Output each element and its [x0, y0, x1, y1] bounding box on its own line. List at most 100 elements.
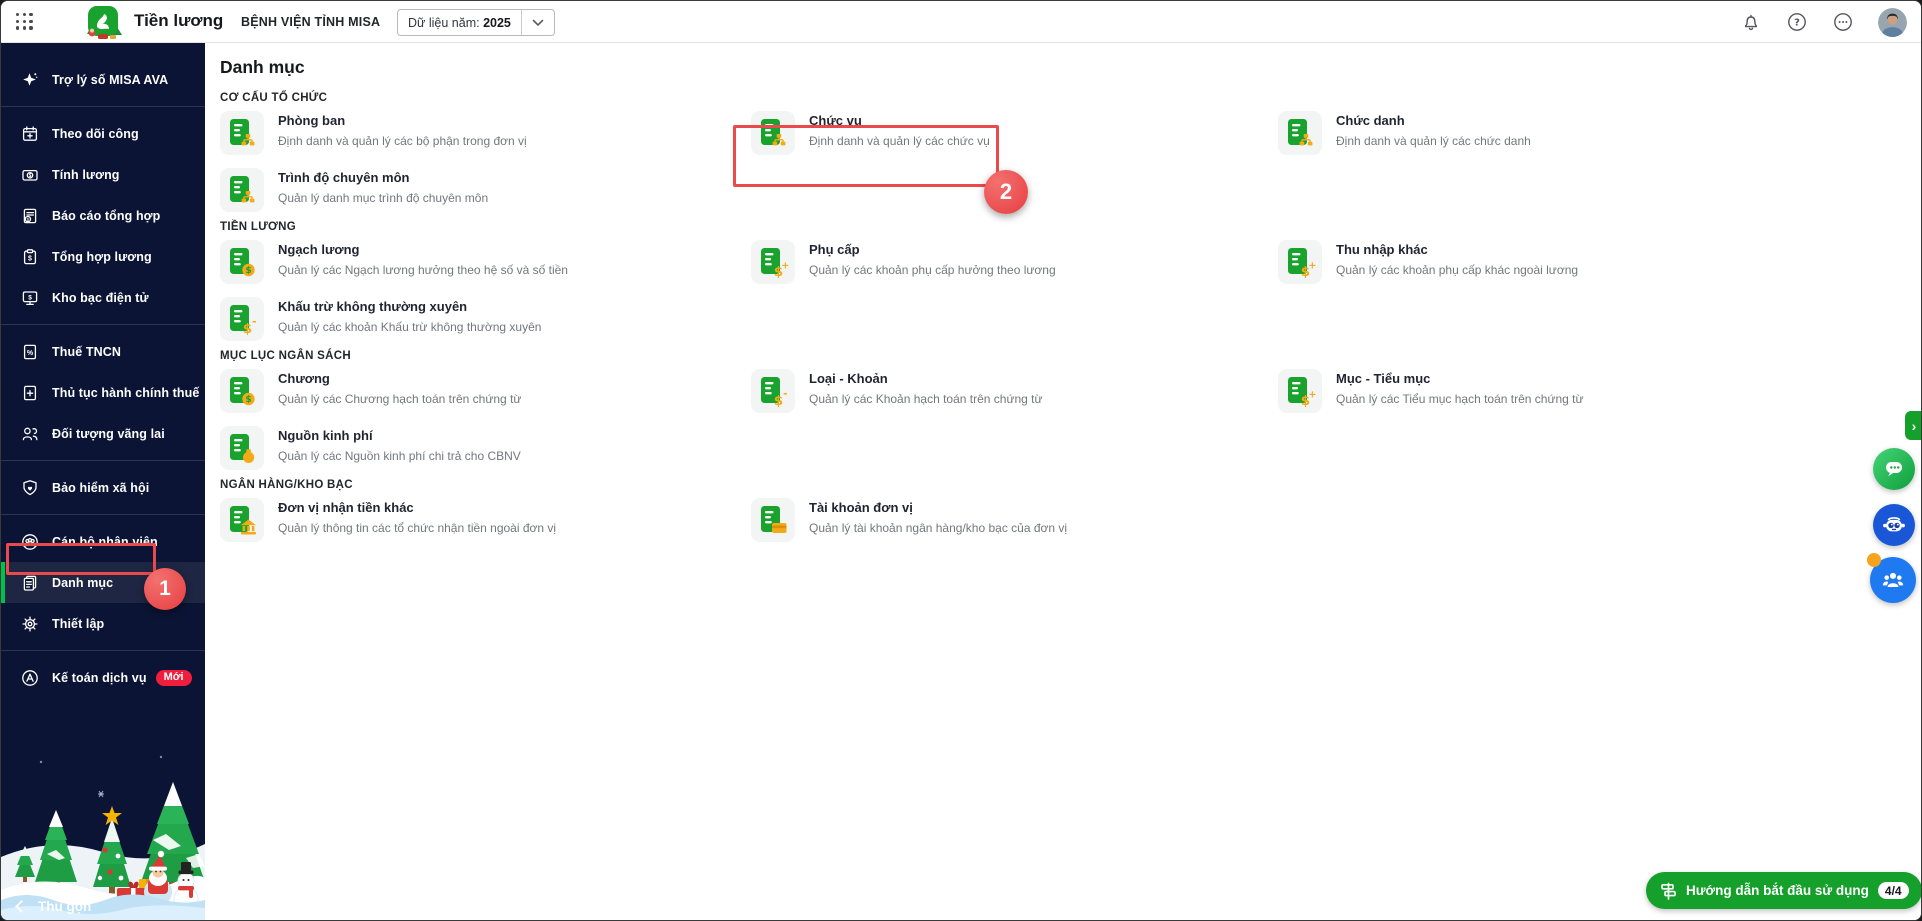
document-bag-icon: [220, 426, 264, 470]
community-button[interactable]: [1870, 557, 1916, 603]
catalog-item-chuc-vu[interactable]: Chức vụ Định danh và quản lý các chức vụ: [751, 111, 1278, 155]
catalog-item-thu-nhap-khac[interactable]: $+Thu nhập khácQuản lý các khoản phụ cấp…: [1278, 240, 1901, 284]
catalog-item-ngach-luong[interactable]: $ Ngạch lươngQuản lý các Ngạch lương hưởn…: [220, 240, 751, 284]
catalog-item-khau-tru-khong-thuong-xuyen[interactable]: $-Khấu trừ không thường xuyênQuản lý các…: [220, 297, 751, 341]
catalog-item-description: Định danh và quản lý các chức vụ: [809, 134, 990, 148]
sidebar-item-thue-tncn[interactable]: % Thuế TNCN: [1, 331, 205, 372]
sidebar-item-doi-tuong-vang-lai[interactable]: Đối tượng vãng lai: [1, 413, 205, 454]
catalog-item-text: Ngạch lươngQuản lý các Ngạch lương hưởng…: [278, 240, 568, 284]
docs-icon: [21, 574, 39, 592]
chevron-down-icon: [521, 10, 554, 35]
sidebar-item-kho-bac-dien-tu[interactable]: $ Kho bạc điện tử: [1, 277, 205, 318]
catalog-item-title: Mục - Tiểu mục: [1336, 371, 1584, 386]
document-dollar-plus-icon: $+: [1278, 240, 1322, 284]
guide-label: Hướng dẫn bắt đầu sử dụng: [1686, 883, 1869, 898]
sidebar-item-bao-hiem-xa-hoi[interactable]: Bảo hiểm xã hội: [1, 467, 205, 508]
catalog-item-text: Tài khoản đơn vịQuản lý tài khoản ngân h…: [809, 498, 1067, 542]
guide-progress-badge: 4/4: [1878, 882, 1909, 899]
catalog-item-loai-khoan[interactable]: $-Loại - KhoảnQuản lý các Khoản hạch toá…: [751, 369, 1278, 413]
catalog-item-phu-cap[interactable]: $+ Phụ cấpQuản lý các khoản phụ cấp hưởng…: [751, 240, 1278, 284]
people-icon: [21, 425, 39, 443]
catalog-item-text: Mục - Tiểu mụcQuản lý các Tiểu mục hạch …: [1336, 369, 1584, 413]
sidebar-item-label: Bảo hiểm xã hội: [52, 481, 149, 495]
sidebar-item-label: Trợ lý số MISA AVA: [52, 73, 168, 87]
catalog-item-trinh-do-chuyen-mon[interactable]: Trình độ chuyên mônQuản lý danh mục trìn…: [220, 168, 751, 212]
sidebar-collapse-button[interactable]: Thu gọn: [17, 899, 91, 914]
user-avatar[interactable]: [1878, 8, 1907, 37]
catalog-item-text: Nguồn kinh phíQuản lý các Nguồn kinh phí…: [278, 426, 521, 470]
svg-text:%: %: [27, 349, 34, 356]
app-window: Tiền lương BỆNH VIỆN TỈNH MISA Dữ liệu n…: [0, 0, 1922, 921]
sidebar-item-thu-tuc-hanh-chinh-thue[interactable]: Thủ tục hành chính thuế: [1, 372, 205, 413]
catalog-item-description: Quản lý thông tin các tổ chức nhận tiền …: [278, 521, 556, 535]
catalog-item-description: Định danh và quản lý các chức danh: [1336, 134, 1531, 148]
catalog-item-chuong[interactable]: $ChươngQuản lý các Chương hạch toán trên…: [220, 369, 751, 413]
collapse-label: Thu gọn: [38, 899, 91, 914]
catalog-item-title: Nguồn kinh phí: [278, 428, 521, 443]
sparkle-icon: [21, 71, 39, 89]
catalog-item-description: Quản lý các khoản phụ cấp hưởng theo lươ…: [809, 263, 1056, 277]
sidebar-item-danh-muc[interactable]: Danh mục: [1, 562, 205, 603]
document-org-icon: [220, 168, 264, 212]
catalog-item-don-vi-nhan-tien-khac[interactable]: Đơn vị nhận tiền khácQuản lý thông tin c…: [220, 498, 751, 542]
app-launcher-icon[interactable]: [16, 13, 34, 31]
catalog-item-chuc-danh[interactable]: Chức danh Định danh và quản lý các chức d…: [1278, 111, 1901, 155]
chat-support-button[interactable]: [1873, 448, 1915, 490]
svg-text:$: $: [28, 294, 32, 301]
sidebar-menu: Trợ lý số MISA AVA Theo dõi công $Tính lươ…: [1, 43, 205, 698]
section-grid: Phòng banĐịnh danh và quản lý các bộ phậ…: [220, 111, 1901, 212]
document-dollar-icon: $: [220, 240, 264, 284]
section-title: NGÂN HÀNG/KHO BẠC: [220, 479, 1901, 491]
topbar: Tiền lương BỆNH VIỆN TỈNH MISA Dữ liệu n…: [1, 1, 1922, 43]
catalog-sections: CƠ CẤU TỔ CHỨCPhòng banĐịnh danh và quản…: [220, 92, 1901, 542]
sidebar-item-label: Kho bạc điện tử: [52, 291, 149, 305]
catalog-item-nguon-kinh-phi[interactable]: Nguồn kinh phíQuản lý các Nguồn kinh phí…: [220, 426, 751, 470]
svg-text:+: +: [1308, 390, 1316, 401]
ai-assistant-button[interactable]: [1873, 504, 1915, 546]
report-icon: $: [21, 207, 39, 225]
sidebar-item-label: Thủ tục hành chính thuế: [52, 386, 199, 400]
year-value: 2025: [483, 16, 511, 30]
catalog-item-description: Quản lý các Khoản hạch toán trên chứng t…: [809, 392, 1043, 406]
catalog-item-tai-khoan-don-vi[interactable]: Tài khoản đơn vịQuản lý tài khoản ngân h…: [751, 498, 1278, 542]
more-options-icon[interactable]: [1832, 11, 1854, 33]
sidebar-item-thiet-lap[interactable]: Thiết lập: [1, 603, 205, 644]
sidebar-divider: [1, 106, 205, 107]
catalog-item-text: Trình độ chuyên mônQuản lý danh mục trìn…: [278, 168, 488, 212]
catalog-item-text: Phòng banĐịnh danh và quản lý các bộ phậ…: [278, 111, 527, 155]
catalog-item-muc-tieu-muc[interactable]: $+Mục - Tiểu mụcQuản lý các Tiểu mục hạc…: [1278, 369, 1901, 413]
catalog-item-title: Chức vụ: [809, 113, 990, 128]
catalog-item-description: Quản lý tài khoản ngân hàng/kho bạc của …: [809, 521, 1067, 535]
sidebar-item-tro-ly-so-misa-ava[interactable]: Trợ lý số MISA AVA: [1, 59, 205, 100]
sidebar-item-ke-toan-dich-vu[interactable]: Kế toán dịch vụMới: [1, 657, 205, 698]
sidebar-item-label: Theo dõi công: [52, 127, 139, 141]
expand-panel-tab[interactable]: ›: [1905, 411, 1922, 440]
sidebar-item-label: Thuế TNCN: [52, 345, 121, 359]
svg-text:$: $: [28, 255, 32, 262]
section-tien-luong: TIỀN LƯƠNG$Ngạch lươngQuản lý các Ngạch …: [220, 221, 1901, 341]
svg-text:$: $: [245, 395, 251, 405]
monitor-icon: $: [21, 289, 39, 307]
svg-text:$: $: [773, 393, 782, 407]
getting-started-guide-button[interactable]: Hướng dẫn bắt đầu sử dụng 4/4: [1646, 872, 1922, 909]
gear-icon: [21, 615, 39, 633]
misa-logo: [83, 4, 123, 42]
sidebar-item-theo-doi-cong[interactable]: Theo dõi công: [1, 113, 205, 154]
sidebar-item-tinh-luong[interactable]: $Tính lương: [1, 154, 205, 195]
catalog-item-phong-ban[interactable]: Phòng banĐịnh danh và quản lý các bộ phậ…: [220, 111, 751, 155]
document-dollar-plus-icon: $+: [751, 240, 795, 284]
catalog-item-text: Phụ cấpQuản lý các khoản phụ cấp hưởng t…: [809, 240, 1056, 284]
sidebar-divider: [1, 514, 205, 515]
section-muc-luc-ngan-sach: MỤC LỤC NGÂN SÁCH$ChươngQuản lý các Chươ…: [220, 350, 1901, 470]
catalog-item-title: Chức danh: [1336, 113, 1531, 128]
notification-bell-icon[interactable]: [1740, 11, 1762, 33]
help-icon[interactable]: ?: [1786, 11, 1808, 33]
new-badge: Mới: [156, 670, 192, 686]
sidebar-item-label: Cán bộ nhân viên: [52, 535, 158, 549]
sidebar-item-bao-cao-tong-hop[interactable]: $Báo cáo tổng hợp: [1, 195, 205, 236]
data-year-dropdown[interactable]: Dữ liệu năm: 2025: [397, 9, 555, 36]
chevron-left-icon: [15, 900, 28, 913]
document-dollar-icon: $: [220, 369, 264, 413]
sidebar-item-tong-hop-luong[interactable]: $Tổng hợp lương: [1, 236, 205, 277]
sidebar-item-can-bo-nhan-vien[interactable]: Cán bộ nhân viên: [1, 521, 205, 562]
